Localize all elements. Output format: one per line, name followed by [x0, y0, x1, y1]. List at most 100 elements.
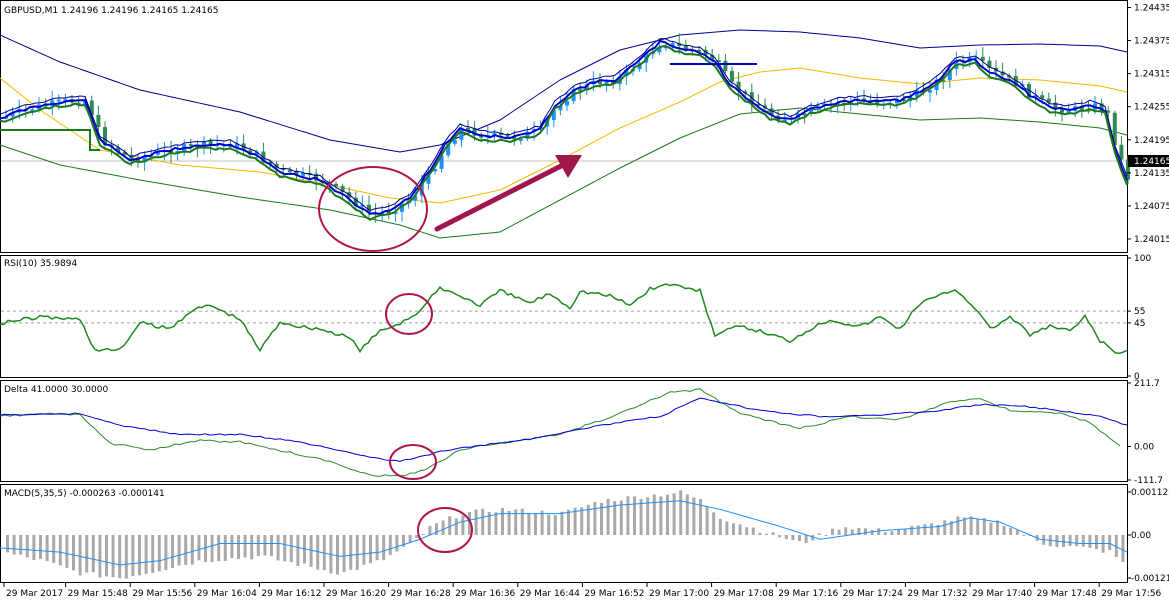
- time-tick-label: 29 Mar 17:00: [649, 589, 709, 599]
- macd-hist-bar: [441, 520, 445, 535]
- macd-hist-bar: [237, 535, 240, 559]
- macd-hist-bar: [1088, 535, 1092, 548]
- macd-hist-bar: [78, 535, 82, 576]
- time-tick-label: 29 Mar 16:36: [455, 589, 515, 599]
- macd-hist-bar: [210, 535, 214, 563]
- time-tick-label: 29 Mar 16:20: [326, 589, 386, 599]
- macd-hist-bar: [976, 518, 980, 535]
- macd-hist-bar: [230, 535, 234, 559]
- macd-hist-bar: [461, 515, 465, 535]
- current-price-label: 1.24165: [1134, 157, 1169, 167]
- macd-hist-bar: [685, 494, 689, 535]
- main-y-tick-label: 1.24435: [1134, 4, 1169, 14]
- delta-pane-title: Delta 41.0000 30.0000: [4, 385, 108, 395]
- macd-hist-bar: [355, 535, 359, 571]
- time-tick-label: 29 Mar 16:12: [261, 589, 321, 599]
- candle-body: [565, 101, 569, 106]
- macd-hist-bar: [98, 535, 102, 578]
- time-tick-label: 29 Mar 16:44: [520, 589, 580, 599]
- macd-hist-bar: [672, 493, 676, 535]
- macd-hist-bar: [105, 535, 108, 577]
- macd-hist-bar: [6, 535, 9, 553]
- macd-hist-bar: [593, 501, 597, 535]
- main-y-tick-label: 1.24375: [1134, 37, 1169, 47]
- macd-hist-bar: [844, 527, 848, 535]
- macd-y-tick-label: -0.00121: [1131, 574, 1169, 584]
- time-tick-label: 29 Mar 16:52: [584, 589, 644, 599]
- macd-hist-bar: [982, 518, 986, 535]
- macd-hist-bar: [223, 535, 227, 562]
- macd-hist-bar: [652, 494, 656, 535]
- macd-hist-bar: [910, 525, 914, 535]
- delta-y-tick-label: 0.00: [1134, 442, 1154, 452]
- macd-hist-bar: [798, 535, 801, 541]
- macd-hist-bar: [375, 535, 379, 561]
- macd-hist-bar: [534, 513, 537, 535]
- candle-body: [334, 183, 338, 186]
- time-tick-label: 29 Mar 16:28: [391, 589, 451, 599]
- time-tick-label: 29 Mar 16:04: [197, 589, 257, 599]
- macd-hist-bar: [751, 527, 755, 535]
- time-tick-label: 29 Mar 17:24: [843, 589, 903, 599]
- macd-hist-bar: [395, 535, 399, 552]
- main-y-tick-label: 1.24255: [1134, 103, 1169, 113]
- macd-hist-bar: [85, 535, 89, 573]
- macd-hist-bar: [870, 530, 874, 535]
- macd-hist-bar: [270, 535, 273, 557]
- macd-hist-bar: [481, 508, 485, 535]
- macd-hist-bar: [435, 523, 438, 535]
- macd-hist-bar: [883, 532, 887, 535]
- candle-body: [466, 127, 470, 130]
- macd-hist-bar: [956, 516, 960, 535]
- macd-hist-bar: [1002, 525, 1006, 535]
- macd-hist-bar: [58, 535, 62, 566]
- macd-hist-bar: [1022, 534, 1026, 536]
- macd-hist-bar: [65, 535, 69, 568]
- rsi-y-tick-label: 55: [1134, 307, 1145, 317]
- macd-hist-bar: [1081, 535, 1085, 547]
- macd-hist-bar: [217, 535, 221, 562]
- macd-hist-bar: [1015, 530, 1019, 535]
- macd-hist-bar: [626, 496, 630, 535]
- candle-body: [505, 134, 510, 137]
- macd-hist-bar: [923, 524, 927, 535]
- macd-hist-bar: [817, 533, 821, 535]
- rsi-y-tick-label: 45: [1134, 319, 1145, 329]
- macd-hist-bar: [903, 528, 907, 535]
- rsi-pane-title: RSI(10) 35.9894: [4, 259, 77, 269]
- macd-hist-bar: [567, 509, 570, 535]
- macd-hist-bar: [725, 521, 729, 535]
- macd-hist-bar: [276, 535, 280, 561]
- macd-hist-bar: [791, 535, 795, 540]
- macd-hist-bar: [705, 506, 709, 535]
- macd-hist-bar: [1068, 535, 1072, 546]
- macd-hist-bar: [547, 514, 551, 535]
- macd-hist-bar: [540, 510, 544, 535]
- macd-hist-bar: [824, 535, 828, 536]
- macd-hist-bar: [39, 535, 42, 559]
- macd-hist-bar: [45, 535, 49, 562]
- time-tick-label: 29 Mar 17:16: [778, 589, 838, 599]
- macd-hist-bar: [494, 512, 498, 535]
- macd-hist-bar: [699, 498, 702, 535]
- macd-hist-bar: [12, 535, 16, 555]
- macd-hist-bar: [745, 527, 749, 535]
- macd-hist-bar: [369, 535, 372, 564]
- macd-hist-bar: [877, 528, 881, 535]
- rsi-pane: [0, 255, 1128, 378]
- time-tick-label: 29 Mar 17:32: [907, 589, 967, 599]
- macd-hist-bar: [718, 518, 722, 535]
- macd-pane-title: MACD(5,35,5) -0.000263 -0.000141: [4, 489, 165, 499]
- main-y-tick-label: 1.24015: [1134, 235, 1169, 245]
- macd-hist-bar: [679, 490, 683, 535]
- macd-hist-bar: [864, 528, 867, 535]
- macd-hist-bar: [177, 535, 181, 566]
- macd-hist-bar: [111, 535, 115, 578]
- macd-hist-bar: [1075, 535, 1079, 547]
- delta-y-tick-label: -111.7: [1134, 476, 1163, 486]
- time-tick-label: 29 Mar 15:56: [132, 589, 192, 599]
- macd-hist-bar: [296, 535, 300, 566]
- macd-y-tick-label: 0.00: [1131, 531, 1151, 541]
- macd-hist-bar: [831, 528, 834, 535]
- macd-hist-bar: [1062, 535, 1065, 547]
